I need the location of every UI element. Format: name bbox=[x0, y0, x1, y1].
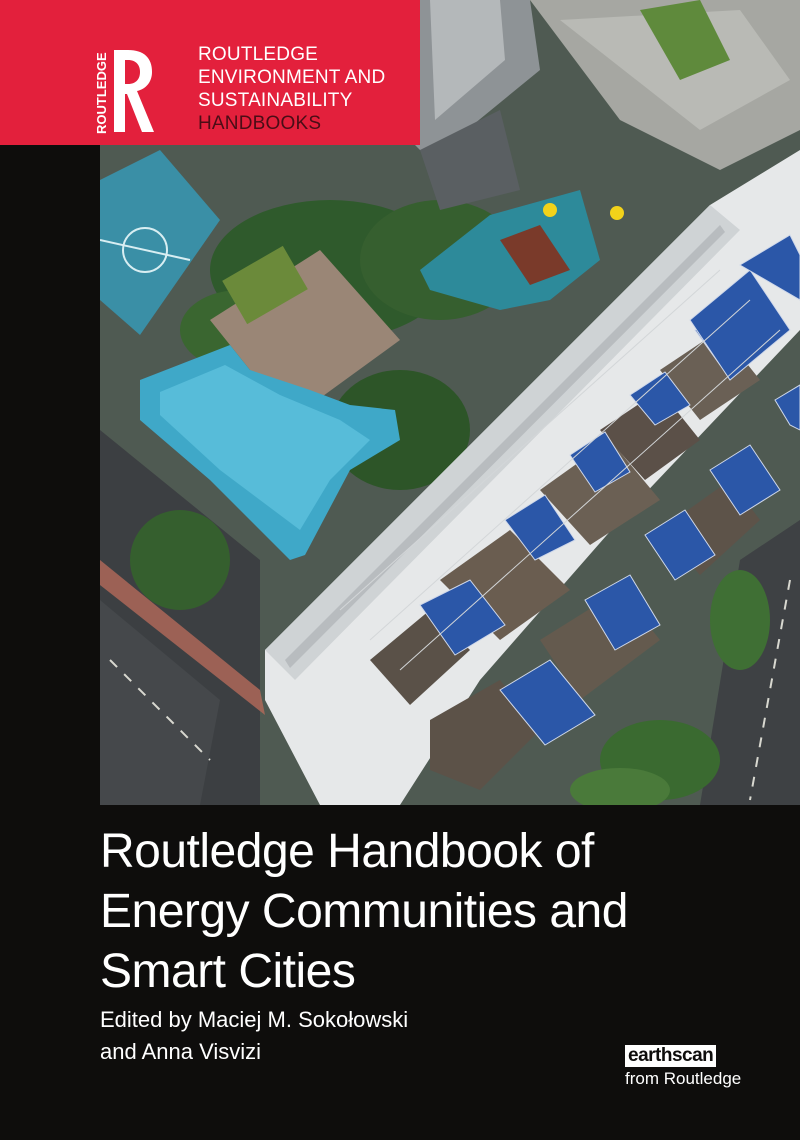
series-line-1: ROUTLEDGE bbox=[198, 44, 319, 65]
imprint-logo: earthscan from Routledge bbox=[625, 1045, 765, 1095]
publisher-mark-text: ROUTLEDGE bbox=[94, 52, 109, 134]
left-black-strip bbox=[0, 145, 100, 805]
series-line-3: SUSTAINABILITY bbox=[198, 90, 353, 111]
imprint-sub: from Routledge bbox=[625, 1069, 742, 1088]
editors-line-1: Edited by Maciej M. Sokołowski bbox=[100, 1007, 409, 1032]
book-cover: ROUTLEDGE ROUTLEDGE ENVIRONMENT AND SUST… bbox=[0, 0, 800, 1140]
title-line-1: Routledge Handbook of bbox=[100, 825, 594, 878]
series-title: ROUTLEDGE ENVIRONMENT AND SUSTAINABILITY… bbox=[198, 43, 418, 135]
editors: Edited by Maciej M. Sokołowski and Anna … bbox=[100, 1004, 580, 1068]
routledge-r-profile-icon: ROUTLEDGE bbox=[94, 50, 154, 134]
title-line-2: Energy Communities and bbox=[100, 885, 628, 938]
editors-line-2: and Anna Visvizi bbox=[100, 1039, 262, 1064]
series-line-4: HANDBOOKS bbox=[198, 113, 322, 134]
series-banner: ROUTLEDGE ROUTLEDGE ENVIRONMENT AND SUST… bbox=[0, 0, 420, 145]
series-line-2: ENVIRONMENT AND bbox=[198, 67, 386, 88]
imprint-mark: earthscan bbox=[625, 1045, 717, 1067]
book-title: Routledge Handbook of Energy Communities… bbox=[100, 822, 790, 1002]
title-line-3: Smart Cities bbox=[100, 945, 356, 998]
